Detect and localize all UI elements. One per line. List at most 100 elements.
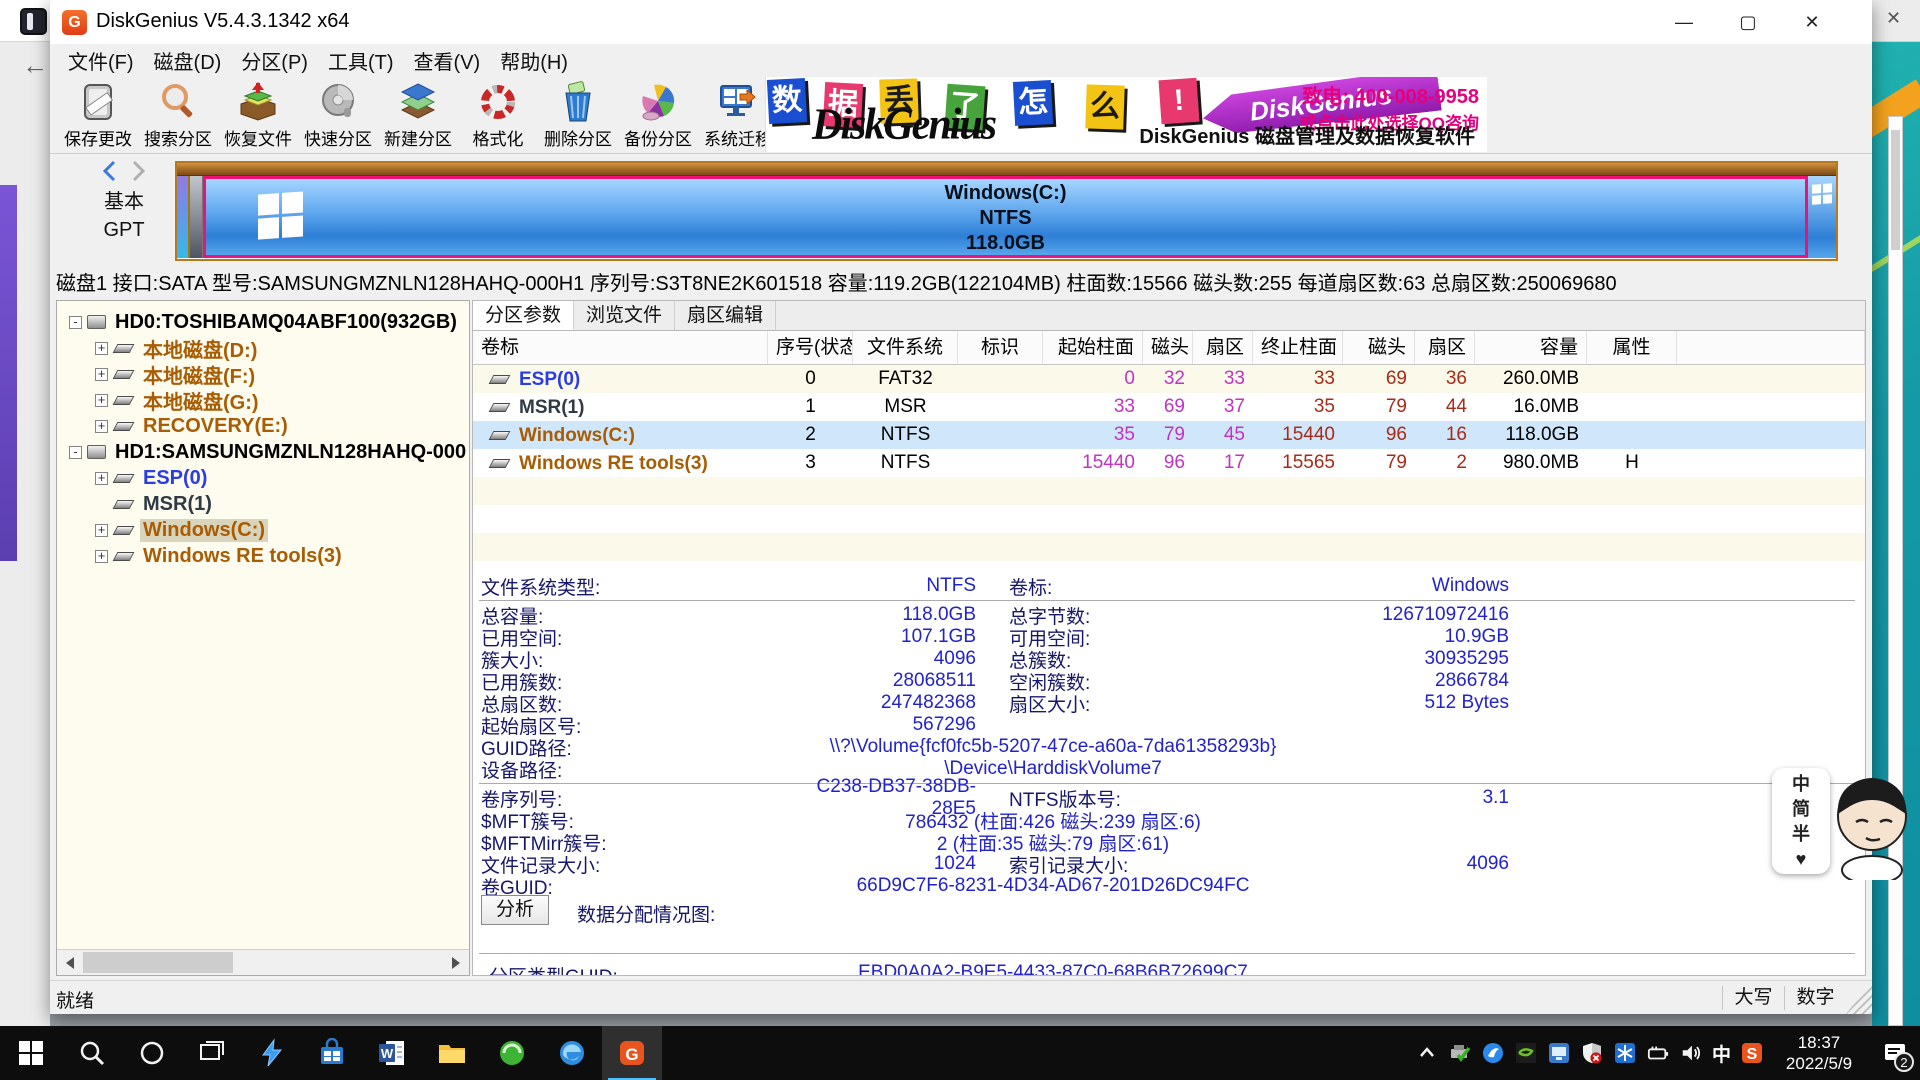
- taskbar-cortana-button[interactable]: [122, 1026, 182, 1080]
- taskbar-file-explorer-button[interactable]: [422, 1026, 482, 1080]
- menu-item-1[interactable]: 磁盘(D): [144, 46, 232, 75]
- battery-icon[interactable]: [1646, 1041, 1670, 1065]
- analyze-button[interactable]: 分析: [481, 895, 549, 925]
- close-icon[interactable]: ✕: [1886, 8, 1901, 29]
- background-scrollbar-thumb[interactable]: [1891, 130, 1900, 250]
- scroll-left-arrow[interactable]: [57, 950, 83, 975]
- tree-item-2[interactable]: +本地磁盘(F:): [57, 361, 469, 387]
- taskbar-taskbar-search-button[interactable]: [62, 1026, 122, 1080]
- column-header-1[interactable]: 序号(状态): [768, 331, 853, 364]
- tree-item-5[interactable]: -HD1:SAMSUNGMZNLN128HAHQ-000: [57, 439, 469, 465]
- collapse-icon[interactable]: -: [69, 446, 82, 459]
- tree-item-6[interactable]: +ESP(0): [57, 465, 469, 491]
- column-header-11[interactable]: 属性: [1587, 331, 1677, 364]
- taskbar-task-view-button[interactable]: [182, 1026, 242, 1080]
- ime-floating-panel[interactable]: 中简半♥: [1772, 768, 1830, 874]
- taskbar-store-app-button[interactable]: [302, 1026, 362, 1080]
- table-row-3[interactable]: Windows RE tools(3)3NTFS1544096171556579…: [473, 449, 1865, 477]
- column-header-7[interactable]: 终止柱面: [1253, 331, 1343, 364]
- menu-item-5[interactable]: 帮助(H): [490, 46, 578, 75]
- toolbar-button-backup-partition[interactable]: 备份分区: [618, 76, 698, 152]
- taskbar-edge-app-button[interactable]: [542, 1026, 602, 1080]
- action-center-button[interactable]: 2: [1874, 1026, 1916, 1080]
- tab-0[interactable]: 分区参数: [473, 301, 574, 330]
- background-scrollbar[interactable]: [1888, 116, 1903, 1026]
- expand-icon[interactable]: +: [95, 342, 108, 355]
- table-row-1[interactable]: MSR(1)1MSR33693735794416.0MB: [473, 393, 1865, 421]
- partition-block-esp[interactable]: [177, 176, 190, 258]
- printer-icon[interactable]: [1448, 1041, 1472, 1065]
- partition-block-msr[interactable]: [190, 176, 203, 258]
- toolbar-button-new-partition[interactable]: 新建分区: [378, 76, 458, 152]
- menu-item-4[interactable]: 查看(V): [404, 46, 491, 75]
- table-row-0[interactable]: ESP(0)0FAT3203233336936260.0MB: [473, 365, 1865, 393]
- maximize-button[interactable]: ▢: [1716, 0, 1780, 44]
- nvidia-icon[interactable]: [1514, 1041, 1538, 1065]
- table-row-2[interactable]: Windows(C:)2NTFS357945154409616118.0GB: [473, 421, 1865, 449]
- menu-item-3[interactable]: 工具(T): [318, 46, 404, 75]
- taskbar-clock[interactable]: 18:37 2022/5/9: [1773, 1032, 1865, 1074]
- scrollbar-thumb[interactable]: [83, 952, 233, 973]
- toolbar-button-delete-partition[interactable]: 删除分区: [538, 76, 618, 152]
- taskbar-diskgenius-app-button[interactable]: G: [602, 1026, 662, 1080]
- scroll-right-arrow[interactable]: [443, 950, 469, 975]
- expand-icon[interactable]: +: [95, 550, 108, 563]
- sogou-icon[interactable]: S: [1740, 1041, 1764, 1065]
- prev-disk-icon[interactable]: [101, 160, 119, 182]
- column-header-8[interactable]: 磁头: [1343, 331, 1415, 364]
- toolbar-button-save[interactable]: 保存更改: [58, 76, 138, 152]
- tab-2[interactable]: 扇区编辑: [675, 301, 776, 330]
- menu-item-2[interactable]: 分区(P): [231, 46, 318, 75]
- volume-details: 文件系统类型:NTFS卷标:Windows总容量:118.0GB总字节数:126…: [473, 563, 1865, 897]
- column-header-2[interactable]: 文件系统: [853, 331, 958, 364]
- taskbar-green-app-button[interactable]: [482, 1026, 542, 1080]
- defender-alert-icon[interactable]: [1580, 1041, 1604, 1065]
- bird-app-icon[interactable]: [1481, 1041, 1505, 1065]
- expand-icon[interactable]: +: [95, 420, 108, 433]
- ime-indicator[interactable]: 中: [1712, 1040, 1731, 1067]
- toolbar-button-search-partition[interactable]: 搜索分区: [138, 76, 218, 152]
- column-header-6[interactable]: 扇区: [1193, 331, 1253, 364]
- toolbar-button-recover-files[interactable]: 恢复文件: [218, 76, 298, 152]
- taskbar-lightning-app-button[interactable]: [242, 1026, 302, 1080]
- menu-item-0[interactable]: 文件(F): [58, 46, 144, 75]
- expand-icon[interactable]: +: [95, 368, 108, 381]
- taskbar-word-app-button[interactable]: W: [362, 1026, 422, 1080]
- expand-icon[interactable]: +: [95, 472, 108, 485]
- resize-grip[interactable]: [1846, 981, 1872, 1014]
- partition-block-windows-c[interactable]: Windows(C:) NTFS 118.0GB: [203, 176, 1808, 258]
- minimize-button[interactable]: —: [1652, 0, 1716, 44]
- collapse-icon[interactable]: -: [69, 316, 82, 329]
- expand-icon[interactable]: +: [95, 394, 108, 407]
- toolbar-button-format[interactable]: 格式化: [458, 76, 538, 152]
- tree-item-9[interactable]: +Windows RE tools(3): [57, 543, 469, 569]
- ime-mode-char: 中: [1792, 772, 1810, 796]
- tree-item-8[interactable]: +Windows(C:): [57, 517, 469, 543]
- tree-item-1[interactable]: +本地磁盘(D:): [57, 335, 469, 361]
- chevron-up-icon[interactable]: [1415, 1041, 1439, 1065]
- toolbar-button-quick-partition[interactable]: 快速分区: [298, 76, 378, 152]
- taskbar-start-button[interactable]: [0, 1026, 62, 1080]
- table-header: 卷标序号(状态)文件系统标识起始柱面磁头扇区终止柱面磁头扇区容量属性: [473, 331, 1865, 365]
- tree-item-0[interactable]: -HD0:TOSHIBAMQ04ABF100(932GB): [57, 309, 469, 335]
- snowflake-icon[interactable]: [1613, 1041, 1637, 1065]
- volume-icon[interactable]: [1679, 1041, 1703, 1065]
- partition-block-re-tools[interactable]: [1808, 176, 1836, 258]
- column-header-0[interactable]: 卷标: [473, 331, 768, 364]
- column-header-4[interactable]: 起始柱面: [1043, 331, 1143, 364]
- tree-item-3[interactable]: +本地磁盘(G:): [57, 387, 469, 413]
- column-header-3[interactable]: 标识: [958, 331, 1043, 364]
- column-header-9[interactable]: 扇区: [1415, 331, 1475, 364]
- intel-graphics-icon[interactable]: [1547, 1041, 1571, 1065]
- back-arrow-icon[interactable]: ←: [22, 50, 48, 81]
- promo-banner[interactable]: 数据丢了怎么! DiskGenius DiskGenius 致电: 400-00…: [765, 77, 1487, 152]
- next-disk-icon[interactable]: [129, 160, 147, 182]
- column-header-5[interactable]: 磁头: [1143, 331, 1193, 364]
- close-button[interactable]: ✕: [1780, 0, 1844, 44]
- tab-1[interactable]: 浏览文件: [574, 301, 675, 330]
- tree-item-7[interactable]: MSR(1): [57, 491, 469, 517]
- tree-item-4[interactable]: +RECOVERY(E:): [57, 413, 469, 439]
- column-header-10[interactable]: 容量: [1475, 331, 1587, 364]
- tree-horizontal-scrollbar[interactable]: [57, 949, 469, 975]
- expand-icon[interactable]: +: [95, 524, 108, 537]
